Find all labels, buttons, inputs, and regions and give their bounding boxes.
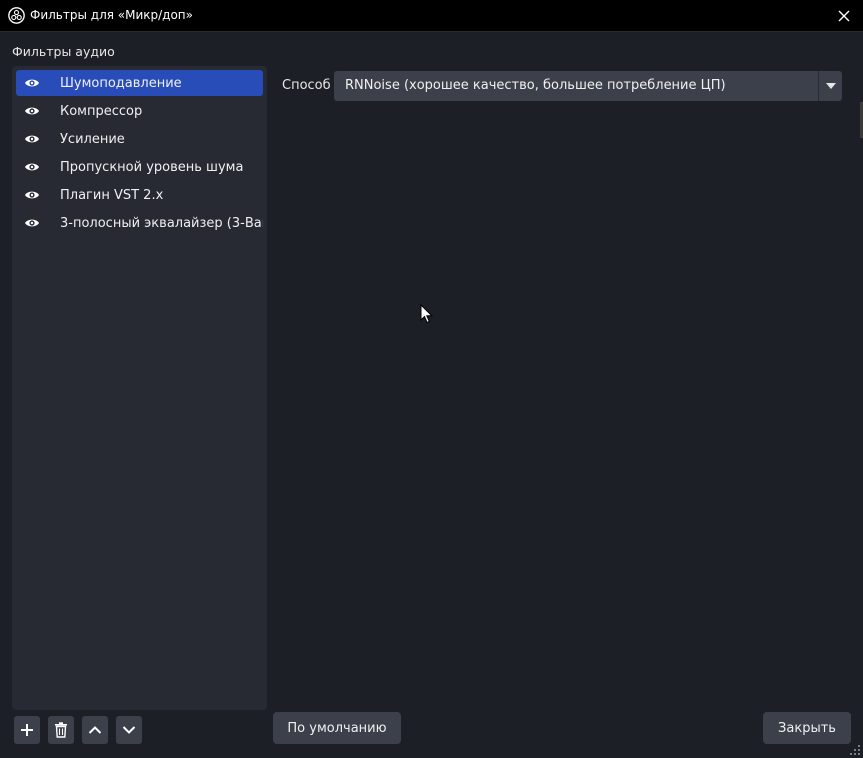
plus-icon	[21, 724, 33, 736]
filter-item-vst-plugin[interactable]: Плагин VST 2.x	[16, 182, 263, 208]
close-icon	[838, 10, 850, 22]
obs-icon	[8, 7, 25, 24]
chevron-up-icon	[88, 726, 102, 734]
method-label: Способ	[282, 78, 331, 93]
eye-icon[interactable]	[24, 133, 40, 145]
mouse-cursor-icon	[420, 304, 434, 324]
resize-grip-icon[interactable]	[849, 744, 861, 756]
select-divider	[818, 71, 819, 101]
method-select-value: RNNoise (хорошее качество, большее потре…	[345, 78, 726, 93]
chevron-down-icon	[122, 726, 136, 734]
close-window-button[interactable]	[833, 5, 855, 27]
eye-icon[interactable]	[24, 105, 40, 117]
eye-icon[interactable]	[24, 77, 40, 89]
title-bar: Фильтры для «Микр/доп»	[0, 0, 863, 32]
filter-item-noise-suppression[interactable]: Шумоподавление	[16, 70, 263, 96]
eye-icon[interactable]	[24, 189, 40, 201]
filter-item-compressor[interactable]: Компрессор	[16, 98, 263, 124]
eye-icon[interactable]	[24, 217, 40, 229]
add-filter-button[interactable]	[14, 716, 40, 744]
trash-icon	[55, 722, 67, 738]
filter-item-label: Пропускной уровень шума	[60, 159, 244, 175]
defaults-button[interactable]: По умолчанию	[273, 712, 401, 744]
audio-filters-label: Фильтры аудио	[12, 44, 115, 59]
filter-item-label: Усиление	[60, 131, 125, 147]
window-title: Фильтры для «Микр/доп»	[30, 8, 193, 22]
filter-item-label: Компрессор	[60, 103, 143, 119]
filter-item-label: Плагин VST 2.x	[60, 187, 164, 203]
filter-item-label: Шумоподавление	[60, 75, 182, 91]
filter-item-noise-gate[interactable]: Пропускной уровень шума	[16, 154, 263, 180]
filter-list[interactable]: Шумоподавление Компрессор Усиление Пропу…	[12, 66, 267, 710]
filter-item-gain[interactable]: Усиление	[16, 126, 263, 152]
method-select[interactable]: RNNoise (хорошее качество, большее потре…	[334, 71, 842, 101]
filter-item-3band-eq[interactable]: 3-полосный эквалайзер (3-Band E	[16, 210, 263, 236]
move-filter-down-button[interactable]	[116, 716, 142, 744]
move-filter-up-button[interactable]	[82, 716, 108, 744]
chevron-down-icon	[826, 83, 836, 89]
eye-icon[interactable]	[24, 161, 40, 173]
filter-properties-panel: Способ RNNoise (хорошее качество, больше…	[272, 66, 852, 706]
remove-filter-button[interactable]	[48, 716, 74, 744]
filter-item-label: 3-полосный эквалайзер (3-Band E	[60, 215, 263, 231]
close-button[interactable]: Закрыть	[763, 712, 851, 744]
